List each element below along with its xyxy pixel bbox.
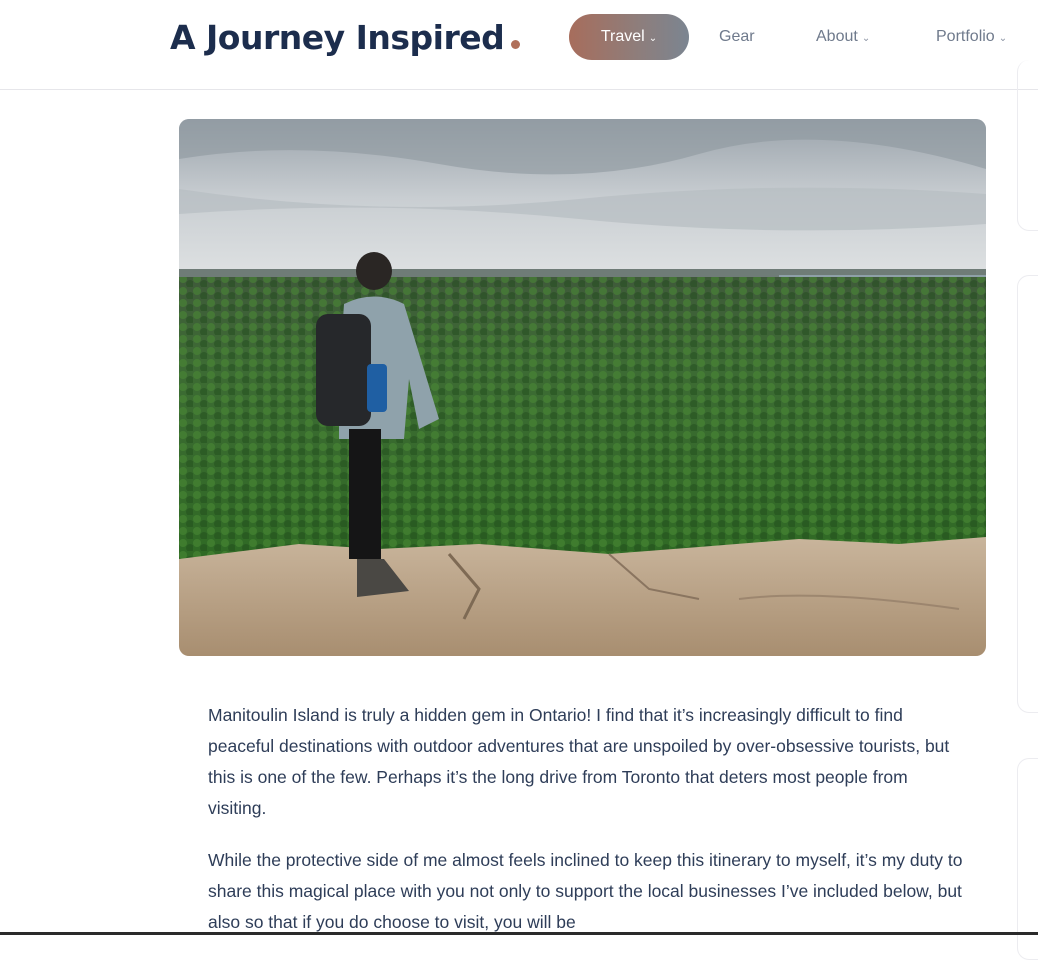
chevron-down-icon: ⌄	[861, 33, 871, 44]
nav-portfolio-label[interactable]: Portfolio	[936, 28, 995, 45]
logo-text[interactable]: A Journey Inspired	[170, 18, 505, 57]
chevron-down-icon: ⌄	[998, 33, 1008, 44]
sidebar-card	[1017, 758, 1038, 960]
nav-about[interactable]: About ⌄	[816, 14, 870, 60]
site-header: A Journey Inspired Travel ⌄ Gear About ⌄ P…	[0, 0, 1038, 90]
nav-travel[interactable]: Travel ⌄	[569, 14, 689, 60]
nav-gear-label[interactable]: Gear	[719, 28, 755, 45]
article-body: Manitoulin Island is truly a hidden gem …	[208, 700, 968, 959]
chevron-down-icon: ⌄	[648, 33, 658, 44]
nav-travel-label[interactable]: Travel	[601, 28, 645, 45]
article-paragraph: While the protective side of me almost f…	[208, 850, 963, 932]
hero-image	[179, 119, 986, 656]
nav-portfolio[interactable]: Portfolio ⌄	[936, 14, 1007, 60]
site-logo[interactable]: A Journey Inspired	[170, 18, 521, 57]
sidebar-card	[1017, 275, 1038, 713]
sidebar-card	[1017, 60, 1038, 231]
logo-dot	[511, 40, 521, 49]
article-paragraph: Manitoulin Island is truly a hidden gem …	[208, 705, 950, 818]
nav-about-label[interactable]: About	[816, 28, 858, 45]
nav-gear[interactable]: Gear	[719, 14, 755, 60]
